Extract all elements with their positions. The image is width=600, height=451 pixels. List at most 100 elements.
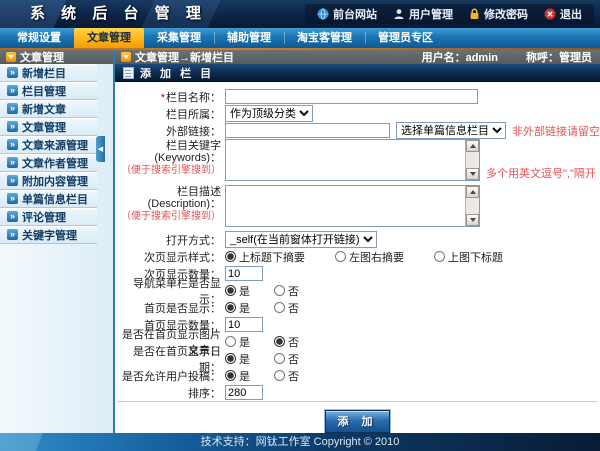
admin-window: 系 统 后 台 管 理 前台网站 用户管理 修改密码: [0, 0, 600, 451]
parent-select[interactable]: 作为顶级分类: [225, 105, 313, 122]
substyle-option-3-label: 上图下标题: [448, 249, 503, 265]
sidebar-item-single-info-category[interactable]: » 单篇信息栏目: [0, 190, 97, 208]
section-strip: 文章管理 文章管理→新增栏目 用户名：admin 称呼：管理员: [0, 50, 600, 64]
field-row-substyle: 次页显示样式： 上标题下摘要 左图右摘要 上图下标题: [117, 248, 594, 265]
sort-label: 排序：: [117, 385, 221, 401]
keywords-sublabel: （便于搜索引擎搜到）: [121, 165, 221, 176]
sidebar-item-comment-management[interactable]: »评论管理: [0, 208, 97, 226]
tab-taobaoke-management[interactable]: 淘宝客管理: [284, 28, 365, 48]
target-select[interactable]: _self(在当前窗体打开链接): [225, 231, 377, 248]
tab-collection-management[interactable]: 采集管理: [144, 28, 214, 48]
homeshow-no-radio[interactable]: [274, 302, 285, 313]
tab-general-settings[interactable]: 常规设置: [4, 28, 74, 48]
navshow-yes-label: 是: [239, 283, 250, 299]
homepic-no[interactable]: 否: [274, 334, 299, 350]
frontend-site-link[interactable]: 前台网站: [317, 6, 377, 22]
homeshow-yes[interactable]: 是: [225, 300, 250, 316]
homedate-yes-label: 是: [239, 351, 250, 367]
homepic-no-radio[interactable]: [274, 336, 285, 347]
tab-article-management[interactable]: 文章管理: [74, 28, 144, 48]
field-row-name: *栏目名称：: [117, 88, 594, 105]
navshow-no-radio[interactable]: [274, 285, 285, 296]
logout-link[interactable]: 退出: [544, 6, 582, 22]
name-input[interactable]: [225, 89, 478, 104]
user-management-link[interactable]: 用户管理: [393, 6, 453, 22]
frontend-site-label: 前台网站: [333, 6, 377, 22]
sidebar-item-label: 新增栏目: [22, 65, 66, 81]
field-row-keywords: 栏目关键字(Keywords)： （便于搜索引擎搜到） 多个用英文逗号","隔开: [117, 139, 594, 185]
allowpost-no-radio[interactable]: [274, 370, 285, 381]
homepic-yes[interactable]: 是: [225, 334, 250, 350]
homeshow-yes-label: 是: [239, 300, 250, 316]
substyle-radio-1[interactable]: [225, 251, 236, 262]
homedate-no[interactable]: 否: [274, 351, 299, 367]
navshow-yes[interactable]: 是: [225, 283, 250, 299]
scroll-up-icon[interactable]: [466, 140, 479, 152]
scroll-up-icon[interactable]: [466, 186, 479, 198]
sidebar-item-label: 栏目管理: [22, 83, 66, 99]
substyle-option-2[interactable]: 左图右摘要: [335, 249, 404, 265]
arrow-icon: »: [7, 211, 18, 222]
sidebar-item-article-source-management[interactable]: »文章来源管理: [0, 136, 97, 154]
sidebar-collapse-handle[interactable]: ◀: [96, 136, 105, 162]
folder-icon: [6, 52, 16, 62]
homeshow-no[interactable]: 否: [274, 300, 299, 316]
keywords-textarea[interactable]: [225, 139, 480, 181]
parent-label: 栏目所属：: [117, 106, 221, 122]
lock-icon: [469, 8, 480, 20]
tab-admin-zone[interactable]: 管理员专区: [365, 28, 446, 48]
form-header: 添 加 栏 目: [115, 64, 600, 82]
sidebar-item-keyword-management[interactable]: »关键字管理: [0, 226, 97, 244]
substyle-label: 次页显示样式：: [117, 249, 221, 265]
substyle-option-1[interactable]: 上标题下摘要: [225, 249, 305, 265]
app-title: 系 统 后 台 管 理: [30, 0, 207, 28]
homeshow-yes-radio[interactable]: [225, 302, 236, 313]
sidebar-item-article-author-management[interactable]: »文章作者管理: [0, 154, 97, 172]
sidebar-item-label: 文章来源管理: [22, 137, 88, 153]
allowpost-yes[interactable]: 是: [225, 368, 250, 384]
link-input[interactable]: [225, 123, 390, 138]
description-textarea[interactable]: [225, 185, 480, 227]
navshow-no[interactable]: 否: [274, 283, 299, 299]
substyle-radio-3[interactable]: [434, 251, 445, 262]
substyle-option-3[interactable]: 上图下标题: [434, 249, 503, 265]
sidebar-item-add-article[interactable]: »新增文章: [0, 100, 97, 118]
sidebar-item-article-management[interactable]: »文章管理: [0, 118, 97, 136]
sort-input[interactable]: [225, 385, 263, 400]
scroll-down-icon[interactable]: [466, 214, 479, 226]
keywords-label: 栏目关键字(Keywords)： （便于搜索引擎搜到）: [117, 139, 221, 177]
change-password-link[interactable]: 修改密码: [469, 6, 528, 22]
logout-label: 退出: [560, 6, 582, 22]
sidebar-item-extra-content-management[interactable]: »附加内容管理: [0, 172, 97, 190]
field-row-homedate: 是否在首页显示日期： 是 否: [117, 350, 594, 367]
homedate-no-radio[interactable]: [274, 353, 285, 364]
footer: 技术支持：网钛工作室 Copyright © 2010: [0, 433, 600, 451]
homepic-yes-radio[interactable]: [225, 336, 236, 347]
allowpost-yes-radio[interactable]: [225, 370, 236, 381]
scroll-down-icon[interactable]: [466, 168, 479, 180]
sidebar-item-category-management[interactable]: » 栏目管理: [0, 82, 97, 100]
description-sublabel: （便于搜索引擎搜到）: [121, 211, 221, 222]
sidebar-item-label: 文章管理: [22, 119, 66, 135]
arrow-icon: »: [7, 103, 18, 114]
allowpost-no[interactable]: 否: [274, 368, 299, 384]
keywords-scrollbar[interactable]: [465, 140, 479, 180]
homedate-yes[interactable]: 是: [225, 351, 250, 367]
substyle-radio-2[interactable]: [335, 251, 346, 262]
substyle-option-2-label: 左图右摘要: [349, 249, 404, 265]
description-scrollbar[interactable]: [465, 186, 479, 226]
single-info-select[interactable]: 选择单篇信息栏目: [396, 122, 506, 139]
homecount-input[interactable]: [225, 317, 263, 332]
main-area: »新增栏目»栏目管理»新增文章»文章管理»文章来源管理»文章作者管理»附加内容管…: [0, 64, 600, 433]
tab-auxiliary-management[interactable]: 辅助管理: [214, 28, 284, 48]
arrow-icon: »: [7, 85, 18, 96]
subcount-input[interactable]: [225, 266, 263, 281]
sidebar-menu: »新增栏目»栏目管理»新增文章»文章管理»文章来源管理»文章作者管理»附加内容管…: [0, 64, 97, 244]
sidebar-item-label: 单篇信息栏目: [22, 191, 88, 207]
add-button[interactable]: 添 加: [325, 410, 389, 433]
homedate-yes-radio[interactable]: [225, 353, 236, 364]
navshow-yes-radio[interactable]: [225, 285, 236, 296]
sidebar-item-add-category[interactable]: »新增栏目: [0, 64, 97, 82]
arrow-icon: »: [7, 157, 18, 168]
arrow-icon: »: [7, 193, 18, 204]
